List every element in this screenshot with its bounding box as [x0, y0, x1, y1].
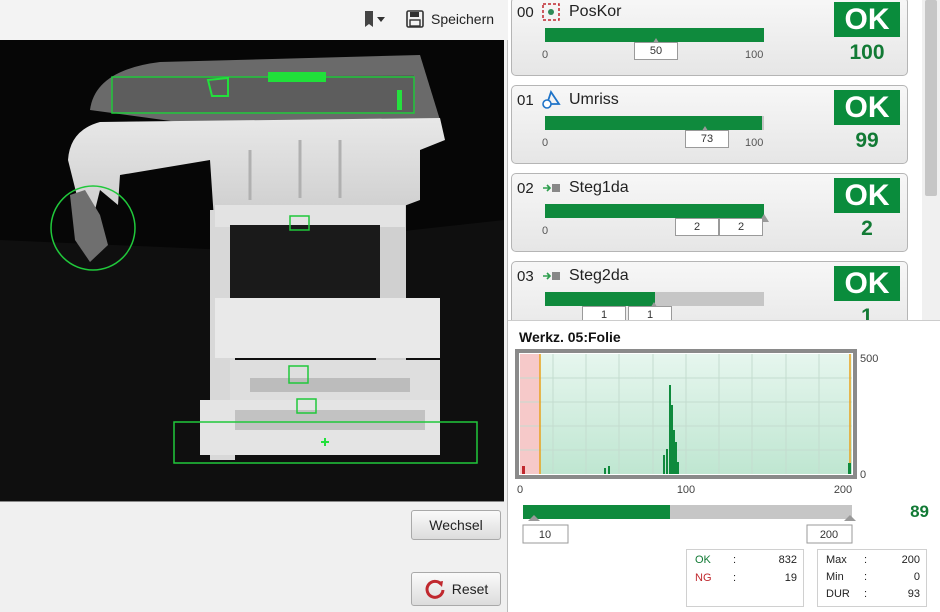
ng-count: 19: [784, 572, 797, 584]
position-correction-icon: [542, 3, 560, 21]
document-menu-button[interactable]: [362, 6, 388, 32]
tick-max: 100: [745, 49, 764, 61]
tool-name: Umriss: [569, 91, 619, 108]
ok-ng-stats: OK : 832 NG : 19: [686, 549, 804, 607]
save-label: Speichern: [431, 11, 495, 27]
tick-max: 100: [745, 137, 764, 149]
ok-label: OK: [695, 554, 711, 566]
tool-card[interactable]: 01 Umriss 0 100 73 OK 99: [511, 85, 908, 164]
range-low-value[interactable]: 1: [582, 306, 626, 320]
ng-label: NG: [695, 572, 712, 584]
min-value: 0: [913, 571, 920, 583]
save-button[interactable]: Speichern: [405, 6, 494, 32]
tool-card[interactable]: 00 PosKor 0 100 50 OK 100: [511, 0, 908, 76]
y-max-label: 500: [860, 353, 878, 365]
wechsel-button[interactable]: Wechsel: [411, 510, 501, 540]
threshold-value[interactable]: 73: [685, 130, 729, 148]
tool-score-fill: [545, 204, 764, 218]
dur-value: 93: [907, 588, 920, 600]
x-tick-label: 0: [517, 484, 523, 496]
max-min-stats: Max : 200 Min : 0 DUR : 93: [817, 549, 927, 607]
tool-name: Steg1da: [569, 179, 629, 196]
histogram-title: Werkz. 05:Folie: [519, 329, 621, 345]
tick-min: 0: [542, 137, 549, 149]
tool-card[interactable]: 03 Steg2da 1 1 OK 1: [511, 261, 908, 320]
tool-index: 02: [517, 180, 534, 197]
colon: :: [864, 571, 868, 583]
histogram-value: 89: [910, 502, 929, 521]
histogram-chart[interactable]: 500 0 0 100 200 10 200 89: [508, 345, 940, 565]
reset-label: Reset: [451, 581, 489, 597]
range-high-value: 200: [820, 529, 838, 541]
tick-min: 0: [542, 49, 549, 61]
tool-score-bar: [545, 28, 764, 46]
y-min-label: 0: [860, 469, 866, 481]
edge-arrow-icon: [543, 272, 560, 280]
tool-list-scrollbar[interactable]: [922, 0, 940, 320]
range-low-value[interactable]: 2: [675, 218, 719, 236]
reset-button[interactable]: Reset: [411, 572, 501, 606]
contour-icon: [542, 90, 561, 109]
tool-score-bar: [545, 204, 769, 222]
max-label: Max: [826, 554, 847, 566]
dur-label: DUR: [826, 588, 850, 600]
tool-list[interactable]: 00 PosKor 0 100 50 OK 100 01 Umriss 0 10…: [508, 0, 922, 320]
inspection-image: [0, 40, 504, 501]
range-high-value[interactable]: 1: [628, 306, 672, 320]
tool-score: 2: [861, 217, 873, 240]
ok-count-row: OK : 832: [695, 554, 797, 570]
status-badge: OK: [834, 90, 900, 125]
tool-score: 1: [861, 305, 873, 320]
min-label: Min: [826, 571, 844, 583]
tool-index: 00: [517, 4, 534, 21]
x-tick-label: 100: [677, 484, 695, 496]
edge-arrow-icon: [543, 184, 560, 192]
histogram-value-fill: [523, 505, 670, 519]
tool-name: PosKor: [569, 3, 622, 20]
right-pane: 00 PosKor 0 100 50 OK 100 01 Umriss 0 10…: [508, 0, 940, 612]
floppy-disk-icon: [406, 10, 424, 28]
document-dropdown-icon: [365, 11, 385, 27]
histogram-panel: Werkz. 05:Folie 500 0 0 100 200 10 200 8…: [508, 320, 940, 612]
tool-index: 03: [517, 268, 534, 285]
ok-count: 832: [778, 554, 797, 566]
image-toolbar: Speichern: [0, 0, 508, 40]
max-row: Max : 200: [826, 554, 920, 570]
ng-zone: [520, 354, 540, 474]
x-tick-label: 200: [834, 484, 852, 496]
tool-score-fill: [545, 116, 762, 130]
tool-score-bar: [545, 292, 764, 310]
colon: :: [733, 554, 737, 566]
status-badge: OK: [834, 2, 900, 37]
range-high-value[interactable]: 2: [719, 218, 763, 236]
tool-card[interactable]: 02 Steg1da 0 2 2 OK 2: [511, 173, 908, 252]
wechsel-label: Wechsel: [429, 517, 483, 533]
dur-row: DUR : 93: [826, 588, 920, 604]
min-row: Min : 0: [826, 571, 920, 587]
tool-name: Steg2da: [569, 267, 629, 284]
tick-min: 0: [542, 225, 549, 237]
range-low-value: 10: [539, 529, 551, 541]
tool-score-bar: [545, 116, 764, 134]
colon: :: [864, 588, 868, 600]
colon: :: [733, 572, 737, 584]
ng-count-row: NG : 19: [695, 572, 797, 588]
status-badge: OK: [834, 266, 900, 301]
colon: :: [864, 554, 868, 566]
max-value: 200: [901, 554, 920, 566]
scrollbar-thumb[interactable]: [925, 0, 937, 196]
left-pane: Speichern Wechsel Reset: [0, 0, 508, 612]
status-badge: OK: [834, 178, 900, 213]
reset-icon: [425, 579, 445, 599]
camera-image[interactable]: [0, 40, 504, 502]
tool-score: 100: [849, 41, 885, 64]
tool-score: 99: [855, 129, 879, 152]
tool-index: 01: [517, 92, 534, 109]
tool-score-fill: [545, 292, 655, 306]
threshold-value[interactable]: 50: [634, 42, 678, 60]
